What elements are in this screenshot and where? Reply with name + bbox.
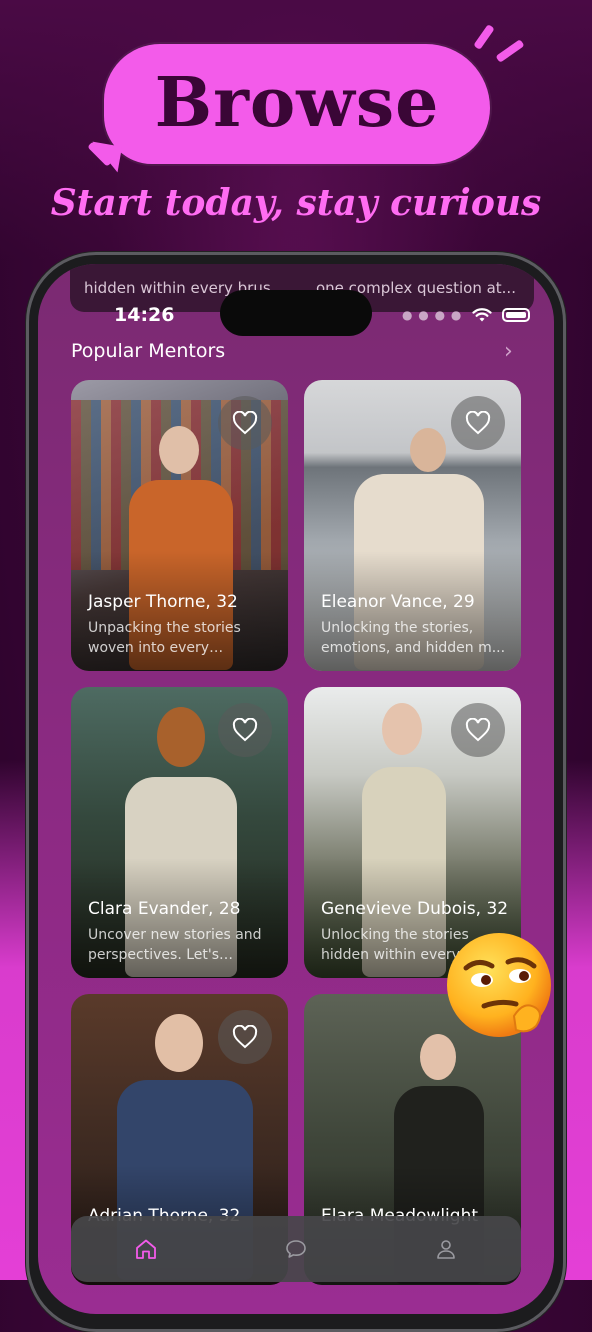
signal-dots-icon: ● ● ● ● bbox=[402, 308, 463, 322]
mentor-card[interactable]: Eleanor Vance, 29 Unlocking the stories,… bbox=[304, 380, 521, 671]
heart-icon bbox=[465, 718, 491, 742]
tab-profile[interactable] bbox=[426, 1229, 466, 1269]
favorite-button[interactable] bbox=[218, 396, 272, 450]
battery-icon bbox=[502, 308, 531, 322]
mentor-card[interactable]: Clara Evander, 28 Uncover new stories an… bbox=[71, 687, 288, 978]
home-icon bbox=[136, 1239, 156, 1259]
mentor-name: Jasper Thorne, 32 bbox=[88, 592, 238, 612]
thinking-emoji-sticker bbox=[447, 933, 551, 1037]
dynamic-island bbox=[220, 290, 372, 336]
mentor-name: Genevieve Dubois, 32 bbox=[321, 899, 509, 919]
tab-chat[interactable] bbox=[276, 1229, 316, 1269]
profile-icon bbox=[437, 1240, 455, 1259]
heart-icon bbox=[232, 1025, 258, 1049]
mentor-name: Clara Evander, 28 bbox=[88, 899, 241, 919]
mentor-description: Unpacking the stories woven into every b… bbox=[88, 620, 241, 656]
wifi-icon bbox=[472, 308, 492, 322]
mentor-description: Uncover new stories and perspectives. Le… bbox=[88, 927, 262, 963]
chevron-right-icon[interactable]: › bbox=[504, 341, 518, 363]
mentor-name: Eleanor Vance, 29 bbox=[321, 592, 475, 612]
status-icons: ● ● ● ● bbox=[402, 307, 531, 323]
app-screen: hidden within every brus one complex que… bbox=[38, 264, 554, 1314]
favorite-button[interactable] bbox=[218, 703, 272, 757]
section-title: Popular Mentors bbox=[71, 340, 226, 362]
promo-headline: Browse bbox=[154, 63, 440, 143]
mentor-description: Unlocking the stories, emotions, and hid… bbox=[321, 620, 506, 656]
promo-subline: Start today, stay curious bbox=[50, 182, 542, 224]
heart-icon bbox=[232, 718, 258, 742]
favorite-button[interactable] bbox=[451, 703, 505, 757]
mentor-card[interactable]: Jasper Thorne, 32 Unpacking the stories … bbox=[71, 380, 288, 671]
status-time: 14:26 bbox=[114, 304, 175, 326]
bottom-tab-bar bbox=[71, 1216, 521, 1282]
chat-icon bbox=[286, 1240, 306, 1258]
favorite-button[interactable] bbox=[218, 1010, 272, 1064]
tab-home[interactable] bbox=[126, 1229, 166, 1269]
heart-icon bbox=[465, 411, 491, 435]
heart-icon bbox=[232, 411, 258, 435]
favorite-button[interactable] bbox=[451, 396, 505, 450]
